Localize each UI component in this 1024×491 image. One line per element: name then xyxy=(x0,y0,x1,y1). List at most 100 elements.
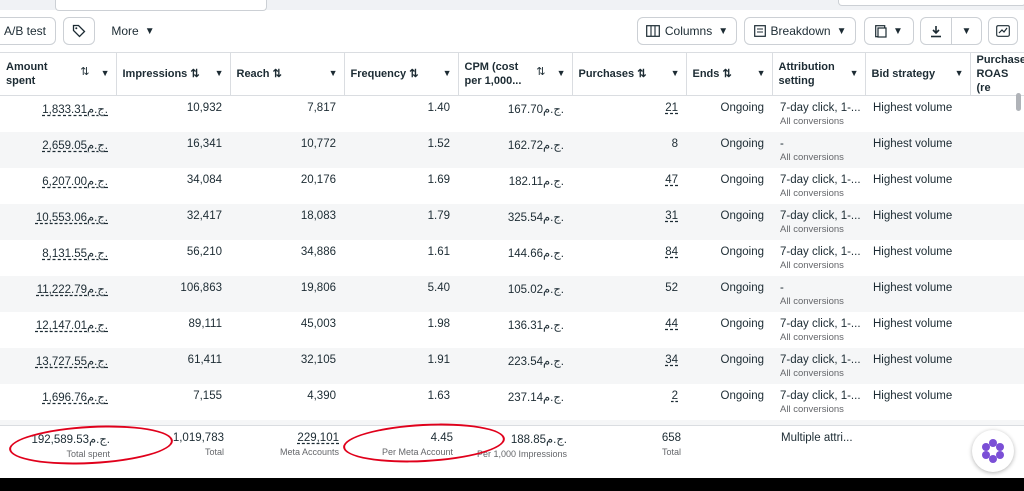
cell-amount-spent[interactable]: 13,727.55ج.م. xyxy=(0,347,116,384)
top-tab-strip xyxy=(0,0,1024,11)
vertical-scrollbar[interactable] xyxy=(1016,93,1021,111)
cell-amount-spent[interactable]: 12,147.01ج.م. xyxy=(0,312,116,348)
cut-off-tab-right[interactable] xyxy=(838,0,1024,6)
cell-bid-strategy: Highest volume xyxy=(865,275,970,312)
caret-down-icon[interactable]: ▼ xyxy=(215,66,224,80)
table-row[interactable]: 11,222.79ج.م. 106,863 19,806 5.40 105.02ج.م.… xyxy=(0,275,1024,312)
cell-bid-strategy: Highest volume xyxy=(873,389,953,402)
tag-button[interactable] xyxy=(63,17,95,45)
caret-down-icon[interactable]: ▼ xyxy=(101,66,110,80)
column-header-impressions[interactable]: Impressions ⇅ ▼ xyxy=(116,52,231,96)
column-header-attribution[interactable]: Attribution setting ▼ xyxy=(772,52,866,96)
cell-purchases[interactable]: 34 xyxy=(572,347,686,384)
cell-amount-spent[interactable]: 10,553.06ج.م. xyxy=(0,203,116,240)
sort-icon[interactable]: ⇅ xyxy=(637,68,646,80)
sort-icon[interactable]: ⇅ xyxy=(80,65,89,79)
sort-icon[interactable]: ⇅ xyxy=(722,68,731,80)
table-row[interactable]: 1,833.31ج.م. 10,932 7,817 1.40 167.70ج.م. 21 O… xyxy=(0,96,1024,132)
cell-reach: 20,176 xyxy=(300,173,336,186)
caret-down-icon[interactable]: ▼ xyxy=(955,66,964,80)
cell-amount-spent[interactable]: 2,659.05ج.م. xyxy=(0,131,116,168)
assistant-button[interactable] xyxy=(972,430,1014,472)
cell-amount-spent[interactable]: 11,222.79ج.م. xyxy=(0,275,116,312)
caret-down-icon[interactable]: ▼ xyxy=(850,66,859,80)
caret-down-icon[interactable]: ▼ xyxy=(557,66,566,80)
column-header-amount-spent[interactable]: Amount spent ⇅ ▼ xyxy=(0,52,117,96)
table-row[interactable]: 10,553.06ج.م. 32,417 18,083 1.79 325.54ج.م. 3… xyxy=(0,203,1024,240)
table-row[interactable]: 6,207.00ج.م. 34,084 20,176 1.69 182.11ج.م. 47… xyxy=(0,168,1024,204)
download-icon xyxy=(931,25,941,37)
cell-purchases[interactable]: 44 xyxy=(572,312,686,348)
chart-trend-icon xyxy=(996,25,1010,37)
export-dropdown[interactable]: ▼ xyxy=(951,17,982,45)
caret-down-icon[interactable]: ▼ xyxy=(329,66,338,80)
charts-button[interactable] xyxy=(988,17,1018,45)
ab-test-button[interactable]: A/B test xyxy=(0,17,56,45)
table-row[interactable]: 12,147.01ج.م. 89,111 45,003 1.98 136.31ج.م. 4… xyxy=(0,312,1024,348)
more-dropdown[interactable]: More ▼ xyxy=(104,17,162,45)
column-header-cpm[interactable]: CPM (cost per 1,000... ⇅ ▼ xyxy=(458,52,573,96)
cell-amount-spent[interactable]: 1,833.31ج.م. xyxy=(0,96,116,132)
column-header-frequency[interactable]: Frequency ⇅ ▼ xyxy=(344,52,459,96)
flower-icon xyxy=(982,439,1004,463)
table-row[interactable]: 2,659.05ج.م. 16,341 10,772 1.52 162.72ج.م. 8 O… xyxy=(0,131,1024,168)
cell-purchase-roas xyxy=(970,384,1024,420)
caret-down-icon[interactable]: ▼ xyxy=(757,66,766,80)
column-header-bid-strategy[interactable]: Bid strategy ▼ xyxy=(865,52,971,96)
caret-down-icon[interactable]: ▼ xyxy=(443,66,452,80)
cell-ends: Ongoing xyxy=(720,317,764,330)
cell-impressions: 56,210 xyxy=(186,245,222,258)
cell-impressions: 34,084 xyxy=(186,173,222,186)
columns-dropdown[interactable]: Columns ▼ xyxy=(637,17,737,45)
cell-amount-spent[interactable]: 8,131.55ج.م. xyxy=(0,240,116,276)
cell-frequency: 1.91 xyxy=(344,347,458,384)
table-row[interactable]: 13,727.55ج.م. 61,411 32,105 1.91 223.54ج.م. 3… xyxy=(0,347,1024,384)
cell-purchases[interactable]: 47 xyxy=(572,168,686,204)
table-row[interactable]: 1,696.76ج.م. 7,155 4,390 1.63 237.14ج.م. 2 Ong… xyxy=(0,384,1024,420)
report-icon xyxy=(875,24,887,38)
column-header-reach[interactable]: Reach ⇅ ▼ xyxy=(230,52,345,96)
column-header-purchases[interactable]: Purchases ⇅ ▼ xyxy=(572,52,687,96)
cell-amount-spent[interactable]: 6,207.00ج.م. xyxy=(0,168,116,204)
caret-down-icon: ▼ xyxy=(718,25,729,37)
cell-frequency: 1.40 xyxy=(427,102,450,114)
caret-down-icon: ▼ xyxy=(893,25,903,37)
sort-icon[interactable]: ⇅ xyxy=(536,65,545,79)
caret-down-icon[interactable]: ▼ xyxy=(671,66,680,80)
cell-purchases[interactable]: 31 xyxy=(572,203,686,240)
column-header-purchase-roas[interactable]: Purchase ROAS (re xyxy=(970,52,1024,96)
breakdown-icon xyxy=(753,25,766,37)
breakdown-dropdown[interactable]: Breakdown ▼ xyxy=(744,17,856,45)
cell-attribution: - All conversions xyxy=(772,275,865,312)
cell-bid-strategy: Highest volume xyxy=(873,317,953,330)
column-header-ends[interactable]: Ends ⇅ ▼ xyxy=(686,52,773,96)
total-purchases: 658 Total xyxy=(661,432,681,457)
export-button[interactable] xyxy=(920,17,952,45)
cell-purchases: 52 xyxy=(572,275,686,312)
cell-reach: 4,390 xyxy=(307,389,336,402)
cell-frequency: 1.98 xyxy=(427,317,450,330)
cell-impressions: 7,155 xyxy=(193,389,222,402)
cell-attribution: 7-day click, 1-... All conversions xyxy=(780,102,861,127)
cell-impressions: 61,411 xyxy=(116,347,230,384)
columns-icon xyxy=(645,25,660,37)
reports-dropdown[interactable]: ▼ xyxy=(864,17,914,45)
sort-icon[interactable]: ⇅ xyxy=(409,68,418,80)
table-header-row: Amount spent ⇅ ▼ Impressions ⇅ ▼ Reach ⇅ ▼ Fr… xyxy=(0,52,1024,96)
cell-purchases[interactable]: 21 xyxy=(572,96,686,132)
cell-amount-spent[interactable]: 1,696.76ج.م. xyxy=(0,384,116,420)
cell-purchase-roas xyxy=(970,203,1024,240)
table-row[interactable]: 8,131.55ج.م. 56,210 34,886 1.61 144.66ج.م. 84… xyxy=(0,240,1024,276)
cell-bid-strategy: Highest volume xyxy=(873,173,953,186)
cell-attribution: 7-day click, 1-... All conversions xyxy=(780,245,861,271)
cell-impressions: 89,111 xyxy=(188,317,222,330)
cell-ends: Ongoing xyxy=(720,173,764,186)
total-reach: 229,101 Meta Accounts xyxy=(279,432,339,457)
cell-purchases: 8 xyxy=(572,131,686,168)
sort-icon[interactable]: ⇅ xyxy=(273,68,282,80)
cell-purchases[interactable]: 84 xyxy=(572,240,686,276)
cell-purchase-roas xyxy=(970,347,1024,384)
cell-purchase-roas xyxy=(970,312,1024,348)
sort-icon[interactable]: ⇅ xyxy=(190,68,199,80)
cell-purchases[interactable]: 2 xyxy=(572,384,686,420)
